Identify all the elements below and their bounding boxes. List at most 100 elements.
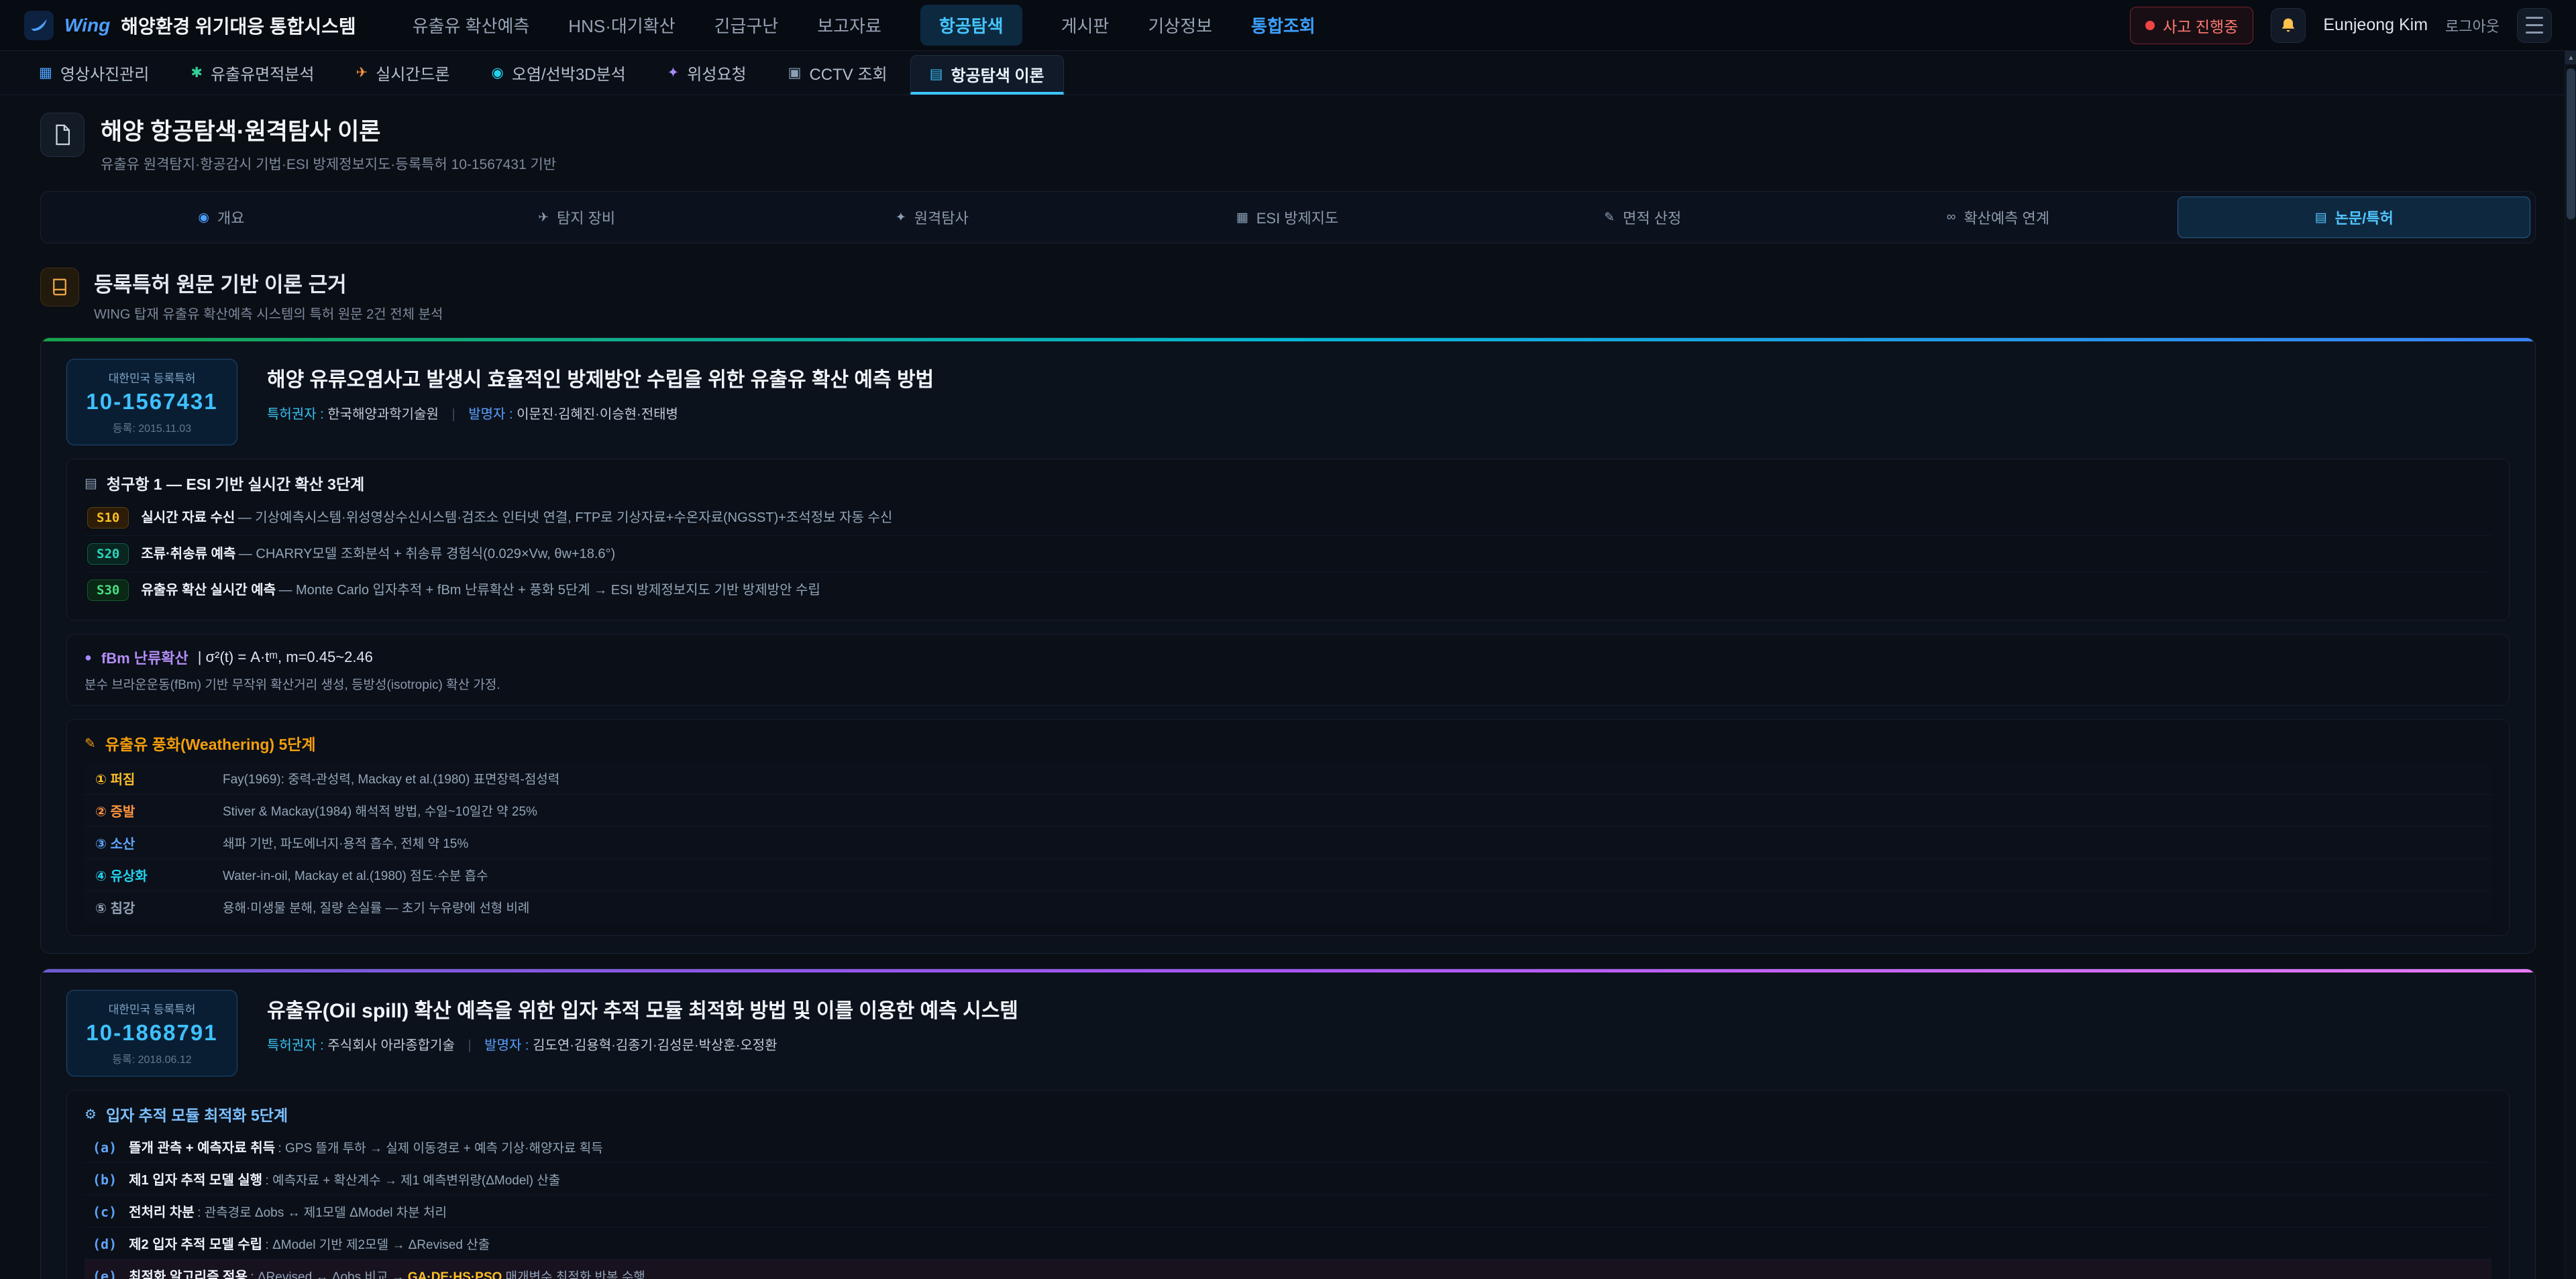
page-subtitle: 유출유 원격탐지·항공감시 기법·ESI 방제정보지도·등록특허 10-1567… (101, 154, 556, 174)
tab-label: 확산예측 연계 (1964, 207, 2049, 228)
subnav-item-satellite-request[interactable]: ✦ 위성요청 (649, 51, 765, 95)
subnav-label: 항공탐색 이론 (951, 62, 1044, 86)
patent-card-1567431: 대한민국 등록특허 10-1567431 등록: 2015.11.03 해양 유… (40, 337, 2536, 954)
subnav-label: 실시간드론 (376, 61, 449, 85)
holder-label: 특허권자 : (267, 1038, 324, 1053)
nav-item-reports[interactable]: 보고자료 (817, 13, 881, 38)
patent-number-badge: 대한민국 등록특허 10-1868791 등록: 2018.06.12 (66, 990, 237, 1076)
patent-title: 해양 유류오염사고 발생시 효율적인 방제방안 수립을 위한 유출유 확산 예측… (267, 363, 934, 392)
nav-item-weather-info[interactable]: 기상정보 (1148, 13, 1212, 38)
patent-number-badge: 대한민국 등록특허 10-1567431 등록: 2015.11.03 (66, 359, 237, 445)
nav-item-emergency-rescue[interactable]: 긴급구난 (714, 13, 779, 38)
brand-mark: Wing (64, 15, 110, 36)
nav-item-aerial-search[interactable]: 항공탐색 (920, 5, 1022, 46)
tab-prediction-link[interactable]: ∞ 확산예측 연계 (1823, 197, 2174, 238)
subnav-label: 위성요청 (687, 61, 746, 85)
step-code: (e) (93, 1268, 117, 1279)
weathering-row: ② 증발 Stiver & Mackay(1984) 해석적 방법, 수일~10… (85, 795, 2491, 827)
sub-navigation: ▦ 영상사진관리 ✱ 유출유면적분석 ✈ 실시간드론 ◉ 오염/선박3D분석 ✦… (0, 51, 2576, 95)
optimization-step-row: (b) 제1 입자 추적 모델 실행 : 예측자료 + 확산계수 → 제1 예측… (85, 1163, 2491, 1195)
notification-bell-button[interactable] (2271, 8, 2306, 43)
tab-area-calculation[interactable]: ✎ 면적 산정 (1467, 197, 1819, 238)
claim-step-row: S10 실시간 자료 수신 — 기상예측시스템·위성영상수신시스템·검조소 인터… (85, 500, 2491, 535)
weathering-stage-desc: 용해·미생물 분해, 질량 손실률 — 초기 누유량에 선형 비례 (223, 898, 529, 916)
tab-overview[interactable]: ◉ 개요 (46, 197, 397, 238)
scroll-up-button[interactable]: ▲ (2565, 51, 2576, 64)
subnav-label: 오염/선박3D분석 (512, 61, 626, 85)
patent-badge-label: 대한민국 등록특허 (83, 369, 221, 386)
pencil-icon: ✎ (1604, 210, 1615, 225)
section-subtitle: WING 탑재 유출유 확산예측 시스템의 특허 원문 2건 전체 분석 (94, 303, 443, 323)
app-logo[interactable]: Wing 해양환경 위기대응 통합시스템 (24, 11, 356, 40)
subnav-item-pollution-3d-analysis[interactable]: ◉ 오염/선박3D분석 (473, 51, 645, 95)
page-document-icon (40, 113, 85, 157)
3d-scan-icon: ◉ (492, 64, 504, 81)
drone-icon: ✈ (356, 64, 368, 81)
fbm-bullet-icon: ● (85, 651, 92, 665)
gear-icon: ⚙ (85, 1106, 97, 1123)
nav-item-hns-atmospheric[interactable]: HNS·대기확산 (568, 13, 675, 38)
holder-label: 특허권자 : (267, 407, 324, 422)
holder-value: 주식회사 아라종합기술 (327, 1038, 455, 1053)
claim-step-row: S30 유출유 확산 실시간 예측 — Monte Carlo 입자추적 + f… (85, 571, 2491, 608)
optimization-step-row: (a) 뜰개 관측 + 예측자료 취득 : GPS 뜰개 투하 → 실제 이동경… (85, 1131, 2491, 1163)
patent-registration-date: 등록: 2018.06.12 (83, 1050, 221, 1066)
weathering-stage-desc: Fay(1969): 중력-관성력, Mackay et al.(1980) 표… (223, 769, 559, 787)
incident-status-badge[interactable]: 사고 진행중 (2130, 7, 2253, 44)
step-name: 실시간 자료 수신 (141, 510, 235, 525)
satellite-icon: ✦ (667, 64, 680, 81)
step-desc: : GPS 뜰개 투하 → 실제 이동경로 + 예측 기상·해양자료 획득 (278, 1142, 602, 1156)
claim-title: 청구항 1 — ESI 기반 실시간 확산 3단계 (107, 471, 364, 494)
weathering-stage-name: ④ 유상화 (95, 865, 223, 885)
book-icon (40, 268, 79, 307)
weathering-row: ① 퍼짐 Fay(1969): 중력-관성력, Mackay et al.(19… (85, 763, 2491, 795)
page-header: 해양 항공탐색·원격탐사 이론 유출유 원격탐지·항공감시 기법·ESI 방제정… (40, 113, 2536, 174)
inventor-value: 이문진·김혜진·이승현·전태병 (517, 407, 678, 422)
area-analysis-icon: ✱ (191, 64, 203, 81)
weathering-stage-desc: Water-in-oil, Mackay et al.(1980) 점도·수분 … (223, 866, 488, 884)
subnav-item-cctv[interactable]: ▣ CCTV 조회 (769, 51, 906, 95)
subnav-label: 영상사진관리 (60, 61, 149, 85)
cctv-icon: ▣ (788, 64, 802, 81)
holder-value: 한국해양과학기술원 (327, 407, 439, 422)
tab-remote-sensing[interactable]: ✦ 원격탐사 (756, 197, 1108, 238)
vertical-scrollbar[interactable]: ▲ (2565, 51, 2576, 1279)
step-name: 뜰개 관측 + 예측자료 취득 (129, 1141, 275, 1156)
logout-button[interactable]: 로그아웃 (2445, 15, 2500, 36)
tab-detection-equipment[interactable]: ✈ 탐지 장비 (401, 197, 753, 238)
tab-label: 논문/특허 (2335, 207, 2394, 228)
fbm-description: 분수 브라운운동(fBm) 기반 무작위 확산거리 생성, 등방성(isotro… (85, 675, 2491, 693)
hamburger-menu-button[interactable] (2517, 8, 2552, 43)
step-code-badge: S10 (87, 507, 129, 529)
nav-item-integrated-search[interactable]: 통합조회 (1251, 13, 1316, 38)
tab-label: ESI 방제지도 (1256, 207, 1339, 228)
plane-icon: ✈ (538, 210, 549, 225)
tab-label: 원격탐사 (914, 207, 969, 228)
step-name: 조류·취송류 예측 (141, 547, 235, 561)
patent-number: 10-1567431 (83, 389, 221, 414)
weathering-stage-name: ② 증발 (95, 801, 223, 820)
subnav-item-aerial-theory[interactable]: ▤ 항공탐색 이론 (910, 55, 1064, 95)
subnav-item-oil-area-analysis[interactable]: ✱ 유출유면적분석 (172, 51, 333, 95)
tab-papers-patents[interactable]: ▤ 논문/특허 (2178, 197, 2530, 238)
tab-label: 탐지 장비 (557, 207, 615, 228)
subnav-item-photo-management[interactable]: ▦ 영상사진관리 (20, 51, 168, 95)
step-name: 유출유 확산 실시간 예측 (141, 583, 276, 598)
algorithms-highlight: GA·DE·HS·PSO (408, 1270, 502, 1279)
nav-item-board[interactable]: 게시판 (1061, 13, 1110, 38)
step-desc-post: 매개변수 최적화 반복 수행 (502, 1270, 645, 1279)
weathering-row: ⑤ 침강 용해·미생물 분해, 질량 손실률 — 초기 누유량에 선형 비례 (85, 891, 2491, 923)
weathering-panel: ✎ 유출유 풍화(Weathering) 5단계 ① 퍼짐 Fay(1969):… (66, 719, 2510, 936)
fbm-title: fBm 난류확산 (101, 647, 189, 668)
optimization-title: 입자 추적 모듈 최적화 5단계 (106, 1103, 288, 1125)
overview-icon: ◉ (198, 210, 209, 225)
subnav-item-realtime-drone[interactable]: ✈ 실시간드론 (337, 51, 469, 95)
weathering-stage-name: ③ 소산 (95, 833, 223, 852)
step-code: (c) (93, 1204, 117, 1220)
tab-esi-map[interactable]: ▦ ESI 방제지도 (1112, 197, 1463, 238)
weathering-row: ④ 유상화 Water-in-oil, Mackay et al.(1980) … (85, 859, 2491, 891)
patent-meta: 특허권자 : 한국해양과학기술원 | 발명자 : 이문진·김혜진·이승현·전태병 (267, 403, 934, 423)
tab-label: 개요 (217, 207, 244, 228)
nav-item-oil-spill-prediction[interactable]: 유출유 확산예측 (413, 13, 530, 38)
scrollbar-thumb[interactable] (2567, 68, 2575, 219)
